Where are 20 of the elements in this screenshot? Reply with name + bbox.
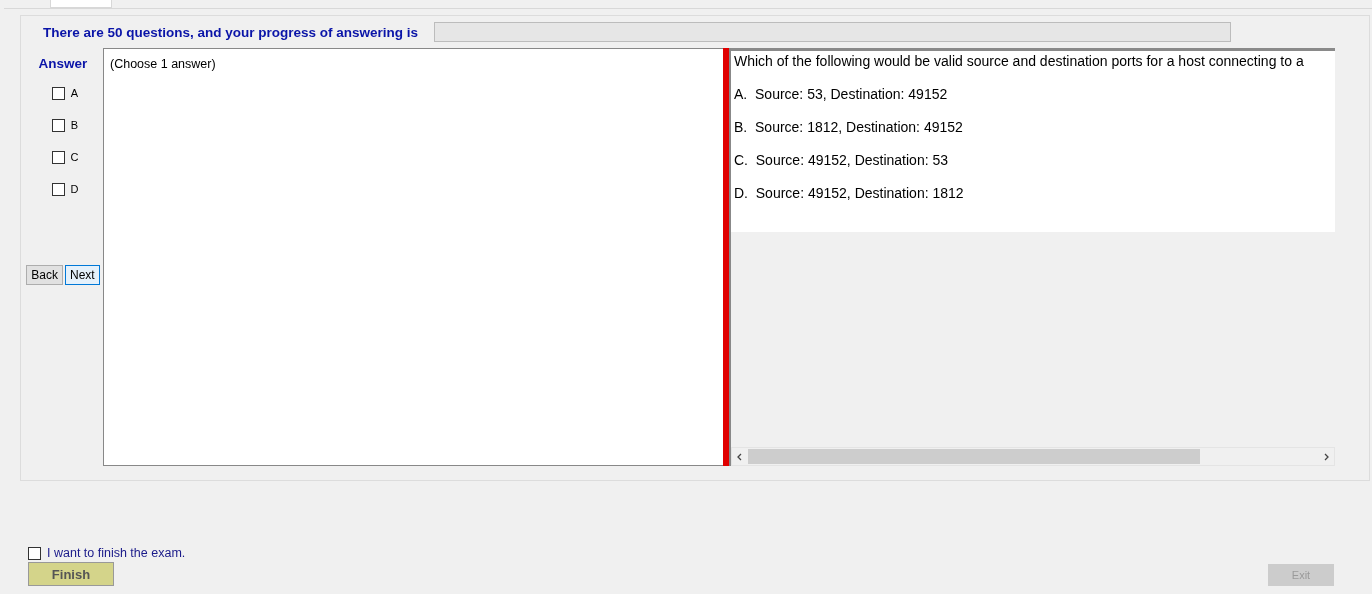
scroll-right-icon[interactable]: [1322, 452, 1330, 461]
answer-checkbox[interactable]: D: [51, 173, 79, 205]
answer-note: (Choose 1 answer): [110, 57, 216, 71]
answer-checkbox[interactable]: A: [51, 77, 79, 109]
scroll-left-icon[interactable]: [736, 452, 744, 461]
horizontal-scrollbar[interactable]: [731, 447, 1335, 466]
answer-title: Answer: [38, 56, 88, 71]
nav-button[interactable]: Back: [26, 265, 63, 285]
choice-text: B. Source: 1812, Destination: 49152: [734, 119, 964, 135]
nav-button[interactable]: Next: [65, 265, 100, 285]
choice-text: C. Source: 49152, Destination: 53: [734, 152, 950, 168]
answer-checkbox[interactable]: B: [51, 109, 79, 141]
finish-button[interactable]: Finish: [28, 562, 114, 586]
choice-text: D. Source: 49152, Destination: 1812: [734, 185, 965, 201]
choice-text: A. Source: 53, Destination: 49152: [734, 86, 949, 102]
answer-checkbox[interactable]: C: [51, 141, 79, 173]
question-text: Which of the following would be valid source and destination ports for a host connecting to a: [734, 53, 1305, 69]
progress-label: There are 50 questions, and your progress of answering is: [43, 24, 419, 40]
splitter-bar[interactable]: [723, 48, 731, 466]
finish-checkbox[interactable]: I want to finish the exam.: [28, 546, 186, 560]
